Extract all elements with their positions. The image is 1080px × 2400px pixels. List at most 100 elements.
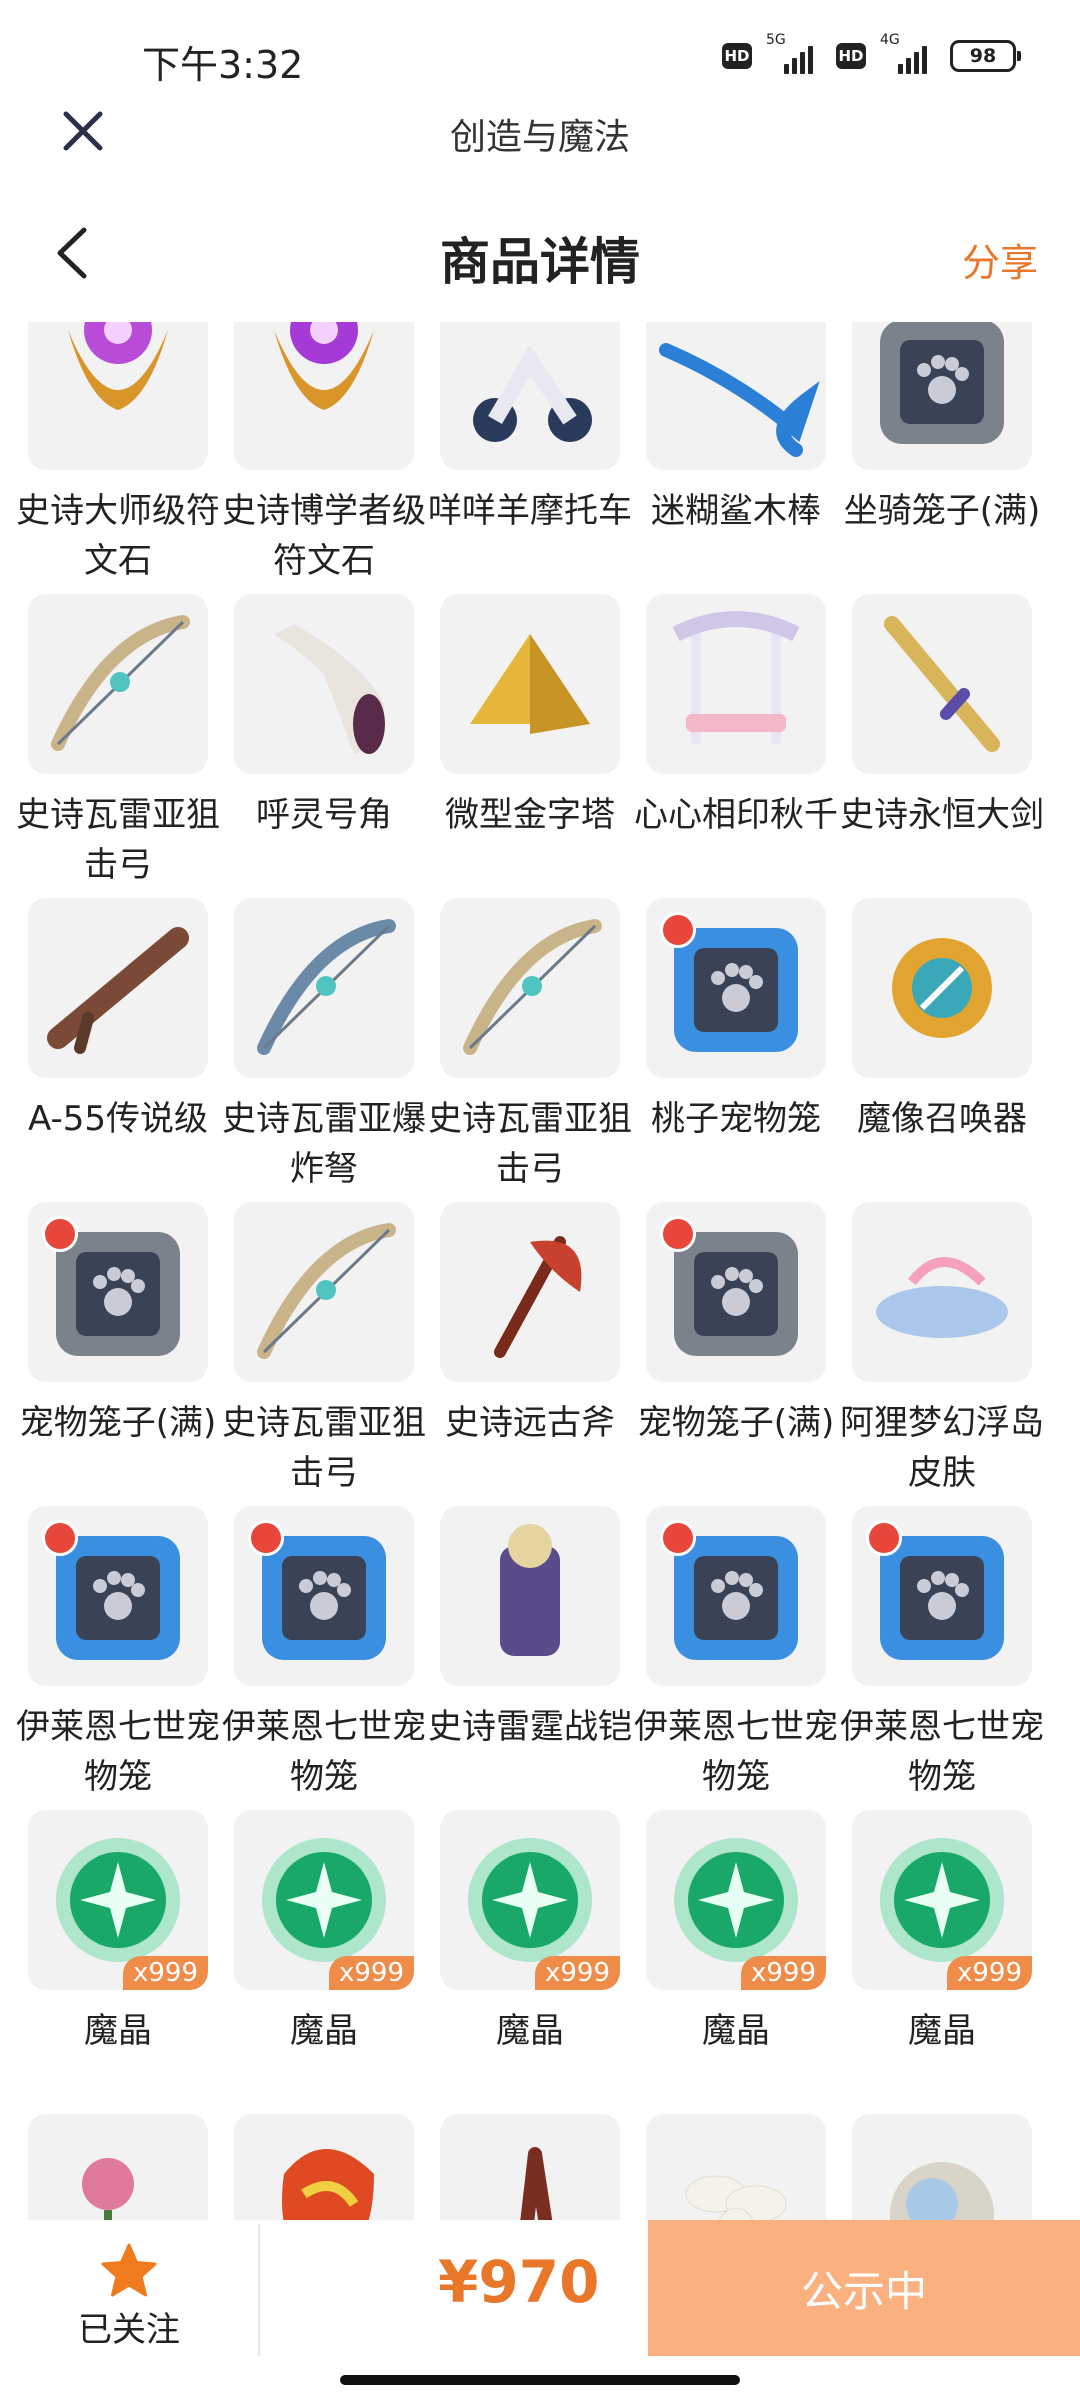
app-bar: 创造与魔法 (0, 96, 1080, 168)
item-thumbnail (440, 898, 620, 1078)
battery-icon: 98 (950, 40, 1021, 72)
item-thumbnail (852, 1202, 1032, 1382)
floating-island-icon (876, 1257, 1008, 1338)
paw-badge-icon (660, 1216, 696, 1252)
item-card[interactable]: x999 魔晶 (216, 1810, 426, 2106)
item-thumbnail (234, 322, 414, 470)
status-time: 下午3:32 (142, 43, 304, 87)
item-thumbnail (646, 898, 826, 1078)
item-card[interactable]: x500 (216, 2114, 426, 2220)
item-card[interactable]: 伊莱恩七世宠物笼 (216, 1506, 426, 1802)
item-grid-viewport[interactable]: 史诗大师级符文石 史诗博学者级符文石 咩咩羊摩托车 迷糊鲨木棒 坐骑笼子(满) 史… (0, 322, 1080, 2220)
status-bar: 下午3:32 HD 5G HD 4G 98 (0, 0, 1080, 96)
item-card[interactable]: x310 (628, 2114, 838, 2220)
branch-icon (520, 2147, 553, 2220)
item-card[interactable]: x999 魔晶 (628, 1810, 838, 2106)
item-card[interactable]: 史诗瓦雷亚狙击弓 (422, 898, 632, 1194)
item-label: 伊莱恩七世宠物笼 (222, 1707, 426, 1797)
flame-leaf-icon (282, 2149, 374, 2220)
item-label: 史诗瓦雷亚狙击弓 (16, 795, 220, 885)
item-label: 伊莱恩七世宠物笼 (840, 1707, 1044, 1797)
item-thumbnail (646, 322, 826, 470)
paw-badge-icon (42, 1520, 78, 1556)
item-card[interactable]: 魔像召唤器 (834, 898, 1044, 1194)
bow-icon (257, 1223, 396, 1359)
item-card[interactable]: 伊莱恩七世宠物笼 (10, 1506, 220, 1802)
item-card[interactable]: 宠物笼子(满) (628, 1202, 838, 1498)
share-button[interactable]: 分享 (962, 232, 1038, 287)
paw-badge-icon (660, 1520, 696, 1556)
item-card[interactable]: 伊莱恩七世宠物笼 (834, 1506, 1044, 1802)
item-card[interactable]: 微型金字塔 (422, 594, 632, 890)
item-thumbnail (646, 1202, 826, 1382)
item-card[interactable]: A-55传说级 (10, 898, 220, 1194)
item-label: 魔晶 (702, 2011, 770, 2051)
item-card[interactable]: 史诗雷霆战铠 (422, 1506, 632, 1802)
item-card[interactable]: 史诗瓦雷亚狙击弓 (216, 1202, 426, 1498)
item-card[interactable]: 迷糊鲨木棒 (628, 322, 838, 586)
item-thumbnail (234, 594, 414, 774)
item-card[interactable]: x3 (834, 2114, 1044, 2220)
golem-summoner-icon (892, 938, 992, 1038)
item-card[interactable]: x5 (10, 2114, 220, 2220)
item-label: 呼灵号角 (256, 795, 392, 835)
item-card[interactable]: 桃子宠物笼 (628, 898, 838, 1194)
item-card[interactable]: 史诗远古斧 (422, 1202, 632, 1498)
page-title: 商品详情 (440, 233, 640, 291)
flower-icon (82, 2158, 134, 2220)
item-thumbnail (234, 1202, 414, 1382)
item-card[interactable]: 史诗博学者级符文石 (216, 322, 426, 586)
signal-icon-2: 4G (880, 32, 936, 76)
paw-badge-icon (866, 1520, 902, 1556)
item-label: 史诗博学者级符文石 (222, 491, 426, 581)
quantity-badge: x999 (946, 1956, 1032, 1990)
item-card[interactable]: x444 (422, 2114, 632, 2220)
item-thumbnail (646, 594, 826, 774)
paw-badge-icon (660, 912, 696, 948)
app-title: 创造与魔法 (449, 117, 630, 158)
item-card[interactable]: 史诗大师级符文石 (10, 322, 220, 586)
item-label: 宠物笼子(满) (637, 1403, 835, 1443)
item-label: 微型金字塔 (445, 795, 615, 835)
item-card[interactable]: 坐骑笼子(满) (834, 322, 1044, 586)
item-card[interactable]: 史诗永恒大剑 (834, 594, 1044, 890)
bow-icon (463, 919, 602, 1055)
item-thumbnail (440, 1506, 620, 1686)
item-card[interactable]: 宠物笼子(满) (10, 1202, 220, 1498)
pyramid-icon (470, 634, 590, 734)
item-card[interactable]: x999 魔晶 (834, 1810, 1044, 2106)
hd-badge: HD (722, 43, 752, 69)
item-label: 宠物笼子(满) (19, 1403, 217, 1443)
quantity-badge: x999 (122, 1956, 208, 1990)
item-label: 史诗永恒大剑 (840, 795, 1044, 835)
item-thumbnail (852, 898, 1032, 1078)
price: ¥970 (438, 2248, 600, 2316)
item-card[interactable]: 伊莱恩七世宠物笼 (628, 1506, 838, 1802)
item-thumbnail (28, 898, 208, 1078)
follow-label: 已关注 (78, 2310, 180, 2350)
item-card[interactable]: 呼灵号角 (216, 594, 426, 890)
item-card[interactable]: 咩咩羊摩托车 (422, 322, 632, 586)
item-label: 迷糊鲨木棒 (651, 491, 821, 531)
hd-badge-2: HD (836, 43, 866, 69)
item-label: 魔像召唤器 (857, 1099, 1027, 1139)
motorcycle-icon (473, 344, 592, 442)
item-label: A-55传说级 (27, 1099, 209, 1139)
publicizing-button[interactable]: 公示中 (648, 2220, 1080, 2356)
horn-icon (274, 624, 385, 754)
item-card[interactable]: 史诗瓦雷亚爆炸弩 (216, 898, 426, 1194)
item-card[interactable]: 心心相印秋千 (628, 594, 838, 890)
item-card[interactable]: 史诗瓦雷亚狙击弓 (10, 594, 220, 890)
item-thumbnail (234, 1506, 414, 1686)
greatsword-icon (884, 616, 1000, 752)
item-thumbnail (852, 322, 1032, 470)
item-thumbnail: x999 (234, 1810, 414, 1990)
paw-badge-icon (248, 1520, 284, 1556)
follow-button[interactable]: 已关注 (0, 2220, 258, 2360)
item-label: 桃子宠物笼 (651, 1099, 821, 1139)
item-card[interactable]: x999 魔晶 (10, 1810, 220, 2106)
item-card[interactable]: x999 魔晶 (422, 1810, 632, 2106)
item-thumbnail (646, 1506, 826, 1686)
item-card[interactable]: 阿狸梦幻浮岛皮肤 (834, 1202, 1044, 1498)
item-thumbnail (234, 898, 414, 1078)
